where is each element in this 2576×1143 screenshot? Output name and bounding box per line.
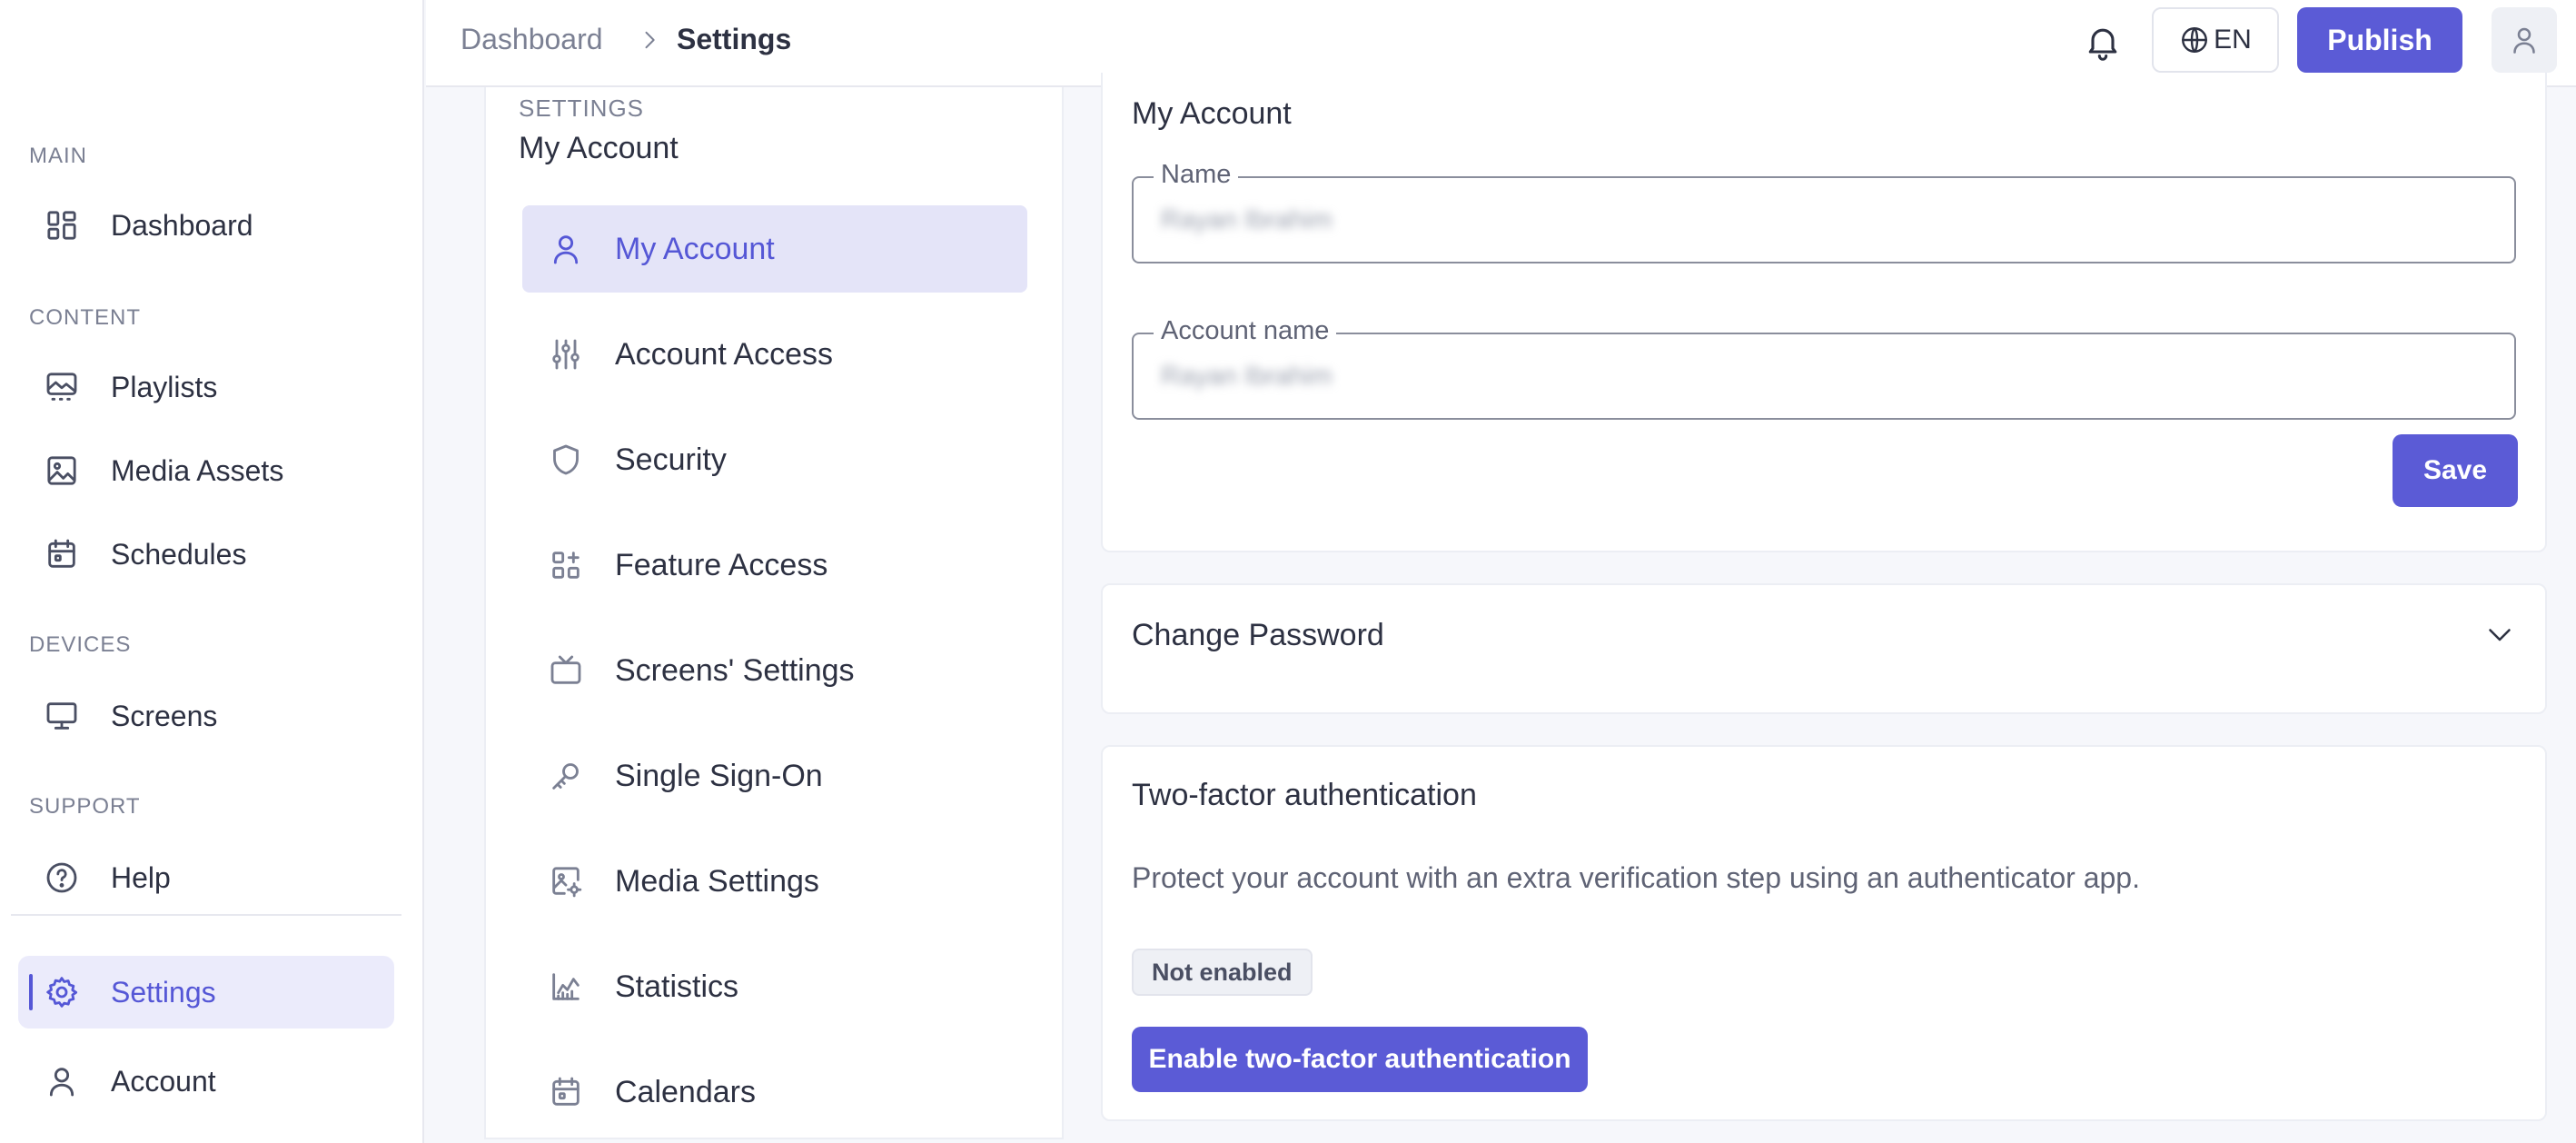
settings-nav-feature-access[interactable]: Feature Access [522, 522, 1027, 609]
breadcrumb-parent[interactable]: Dashboard [461, 23, 603, 56]
enable-two-factor-button[interactable]: Enable two-factor authentication [1132, 1027, 1588, 1092]
settings-nav-label: Media Settings [615, 863, 819, 899]
help-circle-icon [44, 860, 80, 896]
settings-nav-label: Feature Access [615, 547, 828, 582]
chart-icon [548, 969, 584, 1005]
user-icon [44, 1063, 80, 1099]
language-label: EN [2214, 25, 2252, 55]
settings-nav-label: Security [615, 442, 727, 477]
sidebar-item-label: Settings [111, 975, 216, 1009]
name-field[interactable]: Name Rayan Ibrahim [1132, 160, 2516, 263]
settings-nav-media-settings[interactable]: Media Settings [522, 838, 1027, 925]
sidebar-item-label: Screens [111, 699, 218, 732]
tv-icon [548, 652, 584, 689]
sidebar-item-media-assets[interactable]: Media Assets [18, 434, 394, 507]
two-factor-title: Two-factor authentication [1132, 778, 1477, 812]
globe-icon [2179, 25, 2210, 55]
sidebar-item-label: Playlists [111, 370, 218, 403]
breadcrumb-current: Settings [677, 23, 792, 55]
name-field-value: Rayan Ibrahim [1161, 205, 1333, 234]
sidebar-item-label: Dashboard [111, 208, 253, 242]
publish-button[interactable]: Publish [2297, 7, 2462, 73]
sidebar-item-label: Schedules [111, 537, 247, 571]
gear-icon [44, 974, 80, 1010]
settings-nav-account-access[interactable]: Account Access [522, 311, 1027, 398]
sidebar-item-schedules[interactable]: Schedules [18, 518, 394, 591]
sidebar-item-label: Help [111, 860, 171, 894]
key-icon [548, 758, 584, 794]
change-password-title: Change Password [1132, 618, 1384, 652]
sidebar-item-screens[interactable]: Screens [18, 680, 394, 752]
settings-nav-label: Single Sign-On [615, 758, 823, 793]
settings-nav-label: My Account [615, 231, 775, 266]
two-factor-card: Two-factor authentication Protect your a… [1101, 745, 2547, 1121]
shield-icon [548, 442, 584, 478]
status-badge: Not enabled [1132, 949, 1313, 996]
settings-nav-eyebrow: SETTINGS [519, 94, 645, 122]
name-field-label: Name [1154, 160, 1239, 190]
sidebar-item-label: Media Assets [111, 453, 284, 487]
settings-nav-single-sign-on[interactable]: Single Sign-On [522, 732, 1027, 820]
settings-nav-screens-settings[interactable]: Screens' Settings [522, 627, 1027, 714]
my-account-card: My Account Name Rayan Ibrahim Account na… [1101, 73, 2547, 552]
bell-icon[interactable] [2083, 22, 2123, 62]
sidebar-divider [11, 914, 401, 916]
language-button[interactable]: EN [2152, 7, 2279, 73]
account-name-field[interactable]: Account name Rayan Ibrahim [1132, 316, 2516, 420]
account-name-field-label: Account name [1154, 316, 1337, 346]
settings-nav-label: Screens' Settings [615, 652, 855, 688]
calendar-icon [44, 536, 80, 572]
section-label-main: MAIN [29, 144, 87, 168]
image-settings-icon [548, 863, 584, 899]
section-label-support: SUPPORT [29, 794, 141, 819]
user-icon [548, 231, 584, 267]
settings-nav: SETTINGS My Account My Account Account A… [484, 87, 1064, 1139]
playlist-icon [44, 369, 80, 405]
section-label-content: CONTENT [29, 305, 141, 330]
settings-nav-security[interactable]: Security [522, 416, 1027, 503]
settings-nav-statistics[interactable]: Statistics [522, 943, 1027, 1030]
settings-nav-my-account[interactable]: My Account [522, 205, 1027, 293]
section-label-devices: DEVICES [29, 632, 132, 657]
sidebar: MAIN Dashboard CONTENT Playlists Media A… [0, 0, 424, 1143]
save-button[interactable]: Save [2393, 434, 2518, 507]
apps-plus-icon [548, 547, 584, 583]
sliders-icon [548, 336, 584, 373]
chevron-right-icon [637, 27, 662, 53]
dashboard-grid-icon [44, 207, 80, 244]
sidebar-item-help[interactable]: Help [18, 841, 394, 914]
chevron-down-icon[interactable] [2483, 618, 2516, 651]
settings-nav-label: Calendars [615, 1074, 756, 1109]
change-password-card[interactable]: Change Password [1101, 583, 2547, 714]
sidebar-item-dashboard[interactable]: Dashboard [18, 189, 394, 262]
settings-nav-calendars[interactable]: Calendars [522, 1049, 1027, 1136]
user-icon [2513, 27, 2535, 54]
avatar[interactable] [2492, 7, 2557, 73]
two-factor-description: Protect your account with an extra verif… [1132, 861, 2140, 894]
my-account-title: My Account [1132, 96, 1292, 131]
settings-nav-label: Statistics [615, 969, 739, 1004]
sidebar-item-label: Account [111, 1064, 216, 1098]
sidebar-item-settings[interactable]: Settings [18, 956, 394, 1029]
sidebar-item-playlists[interactable]: Playlists [18, 351, 394, 423]
settings-nav-label: Account Access [615, 336, 834, 372]
calendar-icon [548, 1074, 584, 1110]
settings-nav-title: My Account [519, 131, 679, 165]
monitor-icon [44, 698, 80, 734]
account-name-field-value: Rayan Ibrahim [1161, 362, 1333, 391]
image-icon [44, 452, 80, 489]
sidebar-item-account[interactable]: Account [18, 1045, 394, 1118]
